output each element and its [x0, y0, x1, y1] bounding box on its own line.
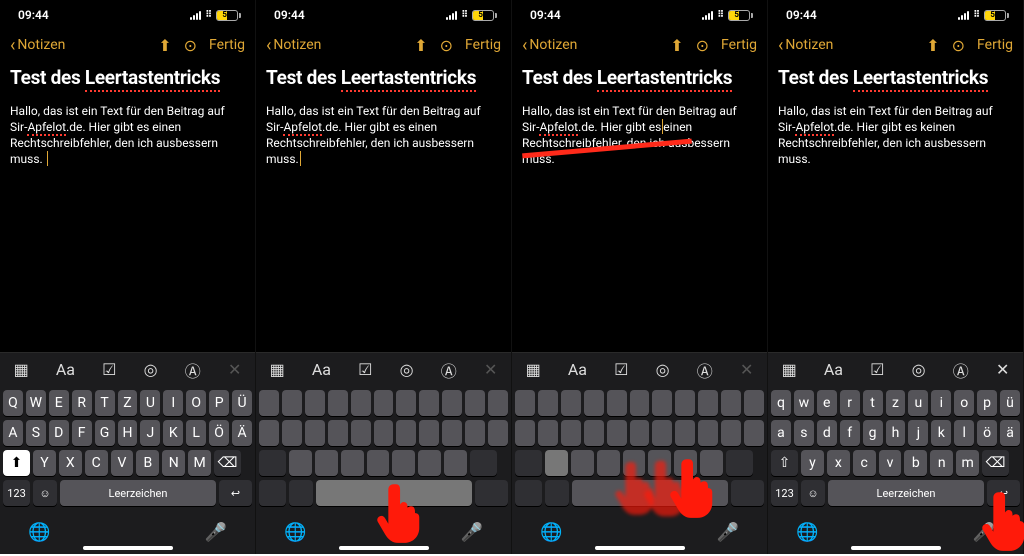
backspace-key[interactable]: ⌫	[214, 450, 241, 476]
note-body: Hallo, das ist ein Text für den Beitrag …	[10, 103, 245, 168]
spacebar[interactable]: Leerzeichen	[60, 480, 216, 506]
return-key[interactable]: ↩	[219, 480, 252, 506]
home-indicator[interactable]	[83, 546, 173, 550]
keyboard-trackpad[interactable]: QWERTZUIOPÜ ASDFGHJKLÖÄ ⬆YXCVBNM⌫	[256, 386, 511, 510]
keyboard-row-2: ASDFGHJKLÖÄ	[3, 420, 252, 446]
back-button[interactable]: ‹Notizen	[266, 35, 321, 56]
keyboard-toolbar: ▦ Aa ☑ ◎ Ⓐ ✕	[0, 352, 255, 386]
chevron-left-icon: ‹	[10, 35, 15, 56]
battery-icon: 52	[216, 10, 241, 21]
status-bar: 09:44 ⠿ 52	[0, 0, 255, 30]
note-title: Test des Leertastentricks	[10, 66, 245, 91]
phone-3: 09:44⠿52 ‹Notizen⬆︎⊙Fertig Test des Leer…	[512, 0, 768, 554]
shift-key[interactable]: ⬆	[3, 450, 30, 476]
markup-icon[interactable]: Ⓐ	[185, 358, 201, 382]
back-button[interactable]: ‹Notizen	[778, 35, 833, 56]
checklist-icon[interactable]: ☑	[102, 360, 116, 379]
numbers-key[interactable]: 123	[3, 480, 30, 506]
phone-4: 09:44⠿52 ‹Notizen⬆︎⊙Fertig Test des Leer…	[768, 0, 1024, 554]
status-time: 09:44	[18, 8, 49, 22]
back-button[interactable]: ‹Notizen	[522, 35, 577, 56]
note-content[interactable]: Test des Leertastentricks Hallo, das ist…	[512, 60, 767, 173]
table-icon[interactable]: ▦	[14, 360, 29, 379]
share-icon[interactable]: ⬆︎	[414, 36, 427, 55]
close-icon[interactable]: ✕	[996, 360, 1009, 379]
nav-bar: ‹Notizen ⬆︎ ⊙ Fertig	[0, 30, 255, 60]
close-icon[interactable]: ✕	[228, 360, 241, 379]
camera-icon[interactable]: ◎	[144, 360, 158, 379]
back-button[interactable]: ‹Notizen	[10, 35, 65, 56]
emoji-key[interactable]: ☺	[33, 480, 57, 506]
text-cursor	[47, 151, 48, 166]
phone-1: 09:44 ⠿ 52 ‹Notizen ⬆︎ ⊙ Fertig Test des…	[0, 0, 256, 554]
mic-icon[interactable]: 🎤	[205, 522, 227, 543]
done-button[interactable]: Fertig	[465, 37, 501, 53]
more-icon[interactable]: ⊙	[440, 36, 453, 55]
note-content[interactable]: Test des Leertastentricks Hallo, das ist…	[0, 60, 255, 173]
numbers-key[interactable]: 123	[771, 480, 798, 506]
cellular-icon	[190, 11, 201, 20]
mic-icon[interactable]: 🎤	[973, 522, 995, 543]
backspace-key[interactable]: ⌫	[982, 450, 1009, 476]
secondary-signal-icon: ⠿	[205, 10, 212, 20]
return-key[interactable]: ↩	[987, 480, 1020, 506]
note-content[interactable]: Test des Leertastentricks Hallo, das ist…	[256, 60, 511, 173]
globe-icon[interactable]: 🌐	[796, 522, 818, 543]
keyboard-row-4: 123☺Leerzeichen↩	[3, 480, 252, 506]
spacebar[interactable]: Leerzeichen	[828, 480, 984, 506]
shift-key[interactable]: ⇧	[771, 450, 798, 476]
done-button[interactable]: Fertig	[209, 37, 245, 53]
more-icon[interactable]: ⊙	[184, 36, 197, 55]
keyboard[interactable]: qwertzuiopü asdfghjklöä ⇧yxcvbnm⌫ 123☺Le…	[768, 386, 1023, 510]
text-format-icon[interactable]: Aa	[56, 360, 75, 379]
emoji-key[interactable]: ☺	[801, 480, 825, 506]
phone-2: 09:44⠿52 ‹Notizen⬆︎⊙Fertig Test des Leer…	[256, 0, 512, 554]
note-content[interactable]: Test des Leertastentricks Hallo, das ist…	[768, 60, 1023, 173]
keyboard-row-1: QWERTZUIOPÜ	[3, 390, 252, 416]
keyboard-trackpad[interactable]: QWERTZUIOPÜ ASDFGHJKLÖÄ ⬆YXCVBNM⌫	[512, 386, 767, 510]
keyboard-row-3: ⬆YXCVBNM⌫	[3, 450, 252, 476]
share-icon[interactable]: ⬆︎	[158, 36, 171, 55]
keyboard[interactable]: QWERTZUIOPÜ ASDFGHJKLÖÄ ⬆YXCVBNM⌫ 123☺Le…	[0, 386, 255, 510]
globe-icon[interactable]: 🌐	[28, 522, 50, 543]
